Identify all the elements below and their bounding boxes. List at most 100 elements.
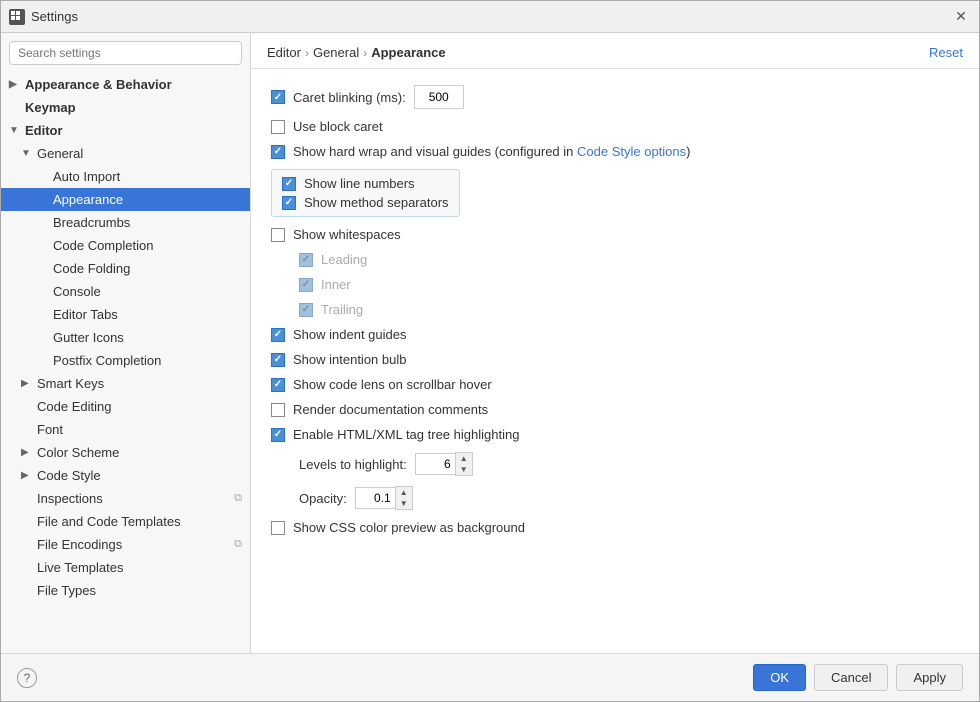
settings-tree: ▶ Appearance & Behavior Keymap▼Editor ▼ Gene… xyxy=(1,73,250,602)
help-button[interactable]: ? xyxy=(17,668,37,688)
levels-input[interactable] xyxy=(415,453,455,475)
sidebar-item-editor[interactable]: ▼Editor xyxy=(1,119,250,142)
sidebar-item-label-auto-import: Auto Import xyxy=(53,169,120,184)
copy-icon-inspections: ⧉ xyxy=(234,492,242,505)
sidebar-item-file-types[interactable]: File Types xyxy=(1,579,250,602)
arrow-icon-general: ▼ xyxy=(21,148,33,159)
show-line-numbers-row: Show line numbers xyxy=(282,176,449,191)
arrow-icon-smart-keys: ▶ xyxy=(21,378,33,389)
block-caret-row: Use block caret xyxy=(271,119,959,134)
sidebar-item-gutter-icons[interactable]: Gutter Icons xyxy=(1,326,250,349)
sidebar-item-label-editor-tabs: Editor Tabs xyxy=(53,307,118,322)
caret-blinking-label: Caret blinking (ms): xyxy=(293,90,406,105)
sidebar-item-label-smart-keys: Smart Keys xyxy=(37,376,104,391)
sidebar-item-code-editing[interactable]: Code Editing xyxy=(1,395,250,418)
code-lens-checkbox[interactable] xyxy=(271,378,285,392)
levels-down-button[interactable]: ▼ xyxy=(456,464,472,475)
breadcrumb-general: General xyxy=(313,45,359,60)
leading-label: Leading xyxy=(321,252,367,267)
code-style-link[interactable]: Code Style options xyxy=(577,144,686,159)
levels-highlight-row: Levels to highlight: ▲ ▼ xyxy=(271,452,959,476)
footer: ? OK Cancel Apply xyxy=(1,653,979,701)
sidebar-item-code-style[interactable]: ▶Code Style xyxy=(1,464,250,487)
search-input[interactable] xyxy=(9,41,242,65)
trailing-checkbox[interactable] xyxy=(299,303,313,317)
sidebar-item-label-breadcrumbs: Breadcrumbs xyxy=(53,215,130,230)
sidebar-item-editor-tabs[interactable]: Editor Tabs xyxy=(1,303,250,326)
sidebar-item-live-templates[interactable]: Live Templates xyxy=(1,556,250,579)
intention-bulb-checkbox[interactable] xyxy=(271,353,285,367)
window-title: Settings xyxy=(31,9,78,24)
settings-body: Caret blinking (ms): Use block caret Sho… xyxy=(251,69,979,653)
render-docs-checkbox[interactable] xyxy=(271,403,285,417)
cancel-button[interactable]: Cancel xyxy=(814,664,888,691)
sidebar-item-inspections[interactable]: Inspections ⧉ xyxy=(1,487,250,510)
apply-button[interactable]: Apply xyxy=(896,664,963,691)
whitespaces-label: Show whitespaces xyxy=(293,227,401,242)
sidebar-item-label-inspections: Inspections xyxy=(37,491,103,506)
levels-highlight-label: Levels to highlight: xyxy=(299,457,407,472)
sidebar-item-font[interactable]: Font xyxy=(1,418,250,441)
sidebar-item-keymap[interactable]: Keymap xyxy=(1,96,250,119)
sidebar-item-postfix-completion[interactable]: Postfix Completion xyxy=(1,349,250,372)
sidebar-item-code-completion[interactable]: Code Completion xyxy=(1,234,250,257)
sidebar-item-code-folding[interactable]: Code Folding xyxy=(1,257,250,280)
whitespaces-checkbox[interactable] xyxy=(271,228,285,242)
show-line-numbers-checkbox[interactable] xyxy=(282,177,296,191)
sidebar-item-appearance-behavior[interactable]: ▶ Appearance & Behavior xyxy=(1,73,250,96)
block-caret-checkbox[interactable] xyxy=(271,120,285,134)
inner-checkbox[interactable] xyxy=(299,278,313,292)
sidebar-item-auto-import[interactable]: Auto Import xyxy=(1,165,250,188)
leading-checkbox[interactable] xyxy=(299,253,313,267)
sidebar-item-file-code-templates[interactable]: File and Code Templates xyxy=(1,510,250,533)
reset-link[interactable]: Reset xyxy=(929,45,963,60)
opacity-up-button[interactable]: ▲ xyxy=(396,487,412,498)
sidebar-item-smart-keys[interactable]: ▶ Smart Keys xyxy=(1,372,250,395)
sidebar-item-breadcrumbs[interactable]: Breadcrumbs xyxy=(1,211,250,234)
sidebar-item-general[interactable]: ▼ General xyxy=(1,142,250,165)
caret-blinking-checkbox[interactable] xyxy=(271,90,285,104)
ok-button[interactable]: OK xyxy=(753,664,806,691)
breadcrumb: Editor › General › Appearance xyxy=(267,45,446,60)
settings-app-icon xyxy=(9,9,25,25)
title-bar-left: Settings xyxy=(9,9,78,25)
sidebar-item-label-font: Font xyxy=(37,422,63,437)
sidebar-item-label-console: Console xyxy=(53,284,101,299)
css-color-checkbox[interactable] xyxy=(271,521,285,535)
sidebar-item-label-file-types: File Types xyxy=(37,583,96,598)
sidebar-item-file-encodings[interactable]: File Encodings⧉ xyxy=(1,533,250,556)
html-xml-checkbox[interactable] xyxy=(271,428,285,442)
opacity-down-button[interactable]: ▼ xyxy=(396,498,412,509)
sidebar-item-label-gutter-icons: Gutter Icons xyxy=(53,330,124,345)
close-button[interactable]: ✕ xyxy=(951,7,971,27)
code-lens-row: Show code lens on scrollbar hover xyxy=(271,377,959,392)
whitespaces-row: Show whitespaces xyxy=(271,227,959,242)
sidebar-item-label-general: General xyxy=(37,146,83,161)
hard-wrap-checkbox[interactable] xyxy=(271,145,285,159)
levels-up-button[interactable]: ▲ xyxy=(456,453,472,464)
breadcrumb-editor: Editor xyxy=(267,45,301,60)
copy-icon-file-encodings: ⧉ xyxy=(234,538,242,551)
show-method-separators-checkbox[interactable] xyxy=(282,196,296,210)
show-method-separators-label: Show method separators xyxy=(304,195,449,210)
tooltip-popup: Show line numbers Show method separators xyxy=(271,169,460,217)
indent-guides-checkbox[interactable] xyxy=(271,328,285,342)
sidebar-item-label-editor: Editor xyxy=(25,123,63,138)
block-caret-label: Use block caret xyxy=(293,119,383,134)
inner-row: Inner xyxy=(271,277,959,292)
show-method-separators-row: Show method separators xyxy=(282,195,449,210)
indent-guides-label: Show indent guides xyxy=(293,327,406,342)
sidebar-item-label-file-code-templates: File and Code Templates xyxy=(37,514,181,529)
caret-blinking-input[interactable] xyxy=(414,85,464,109)
sidebar-item-label-appearance-behavior: Appearance & Behavior xyxy=(25,77,172,92)
sidebar-item-console[interactable]: Console xyxy=(1,280,250,303)
opacity-input[interactable] xyxy=(355,487,395,509)
sidebar-item-appearance[interactable]: Appearance xyxy=(1,188,250,211)
arrow-icon-appearance-behavior: ▶ xyxy=(9,79,21,90)
sidebar-item-label-code-folding: Code Folding xyxy=(53,261,130,276)
code-lens-label: Show code lens on scrollbar hover xyxy=(293,377,492,392)
sidebar-item-color-scheme[interactable]: ▶Color Scheme xyxy=(1,441,250,464)
html-xml-label: Enable HTML/XML tag tree highlighting xyxy=(293,427,519,442)
sidebar-item-label-color-scheme: Color Scheme xyxy=(37,445,119,460)
trailing-row: Trailing xyxy=(271,302,959,317)
